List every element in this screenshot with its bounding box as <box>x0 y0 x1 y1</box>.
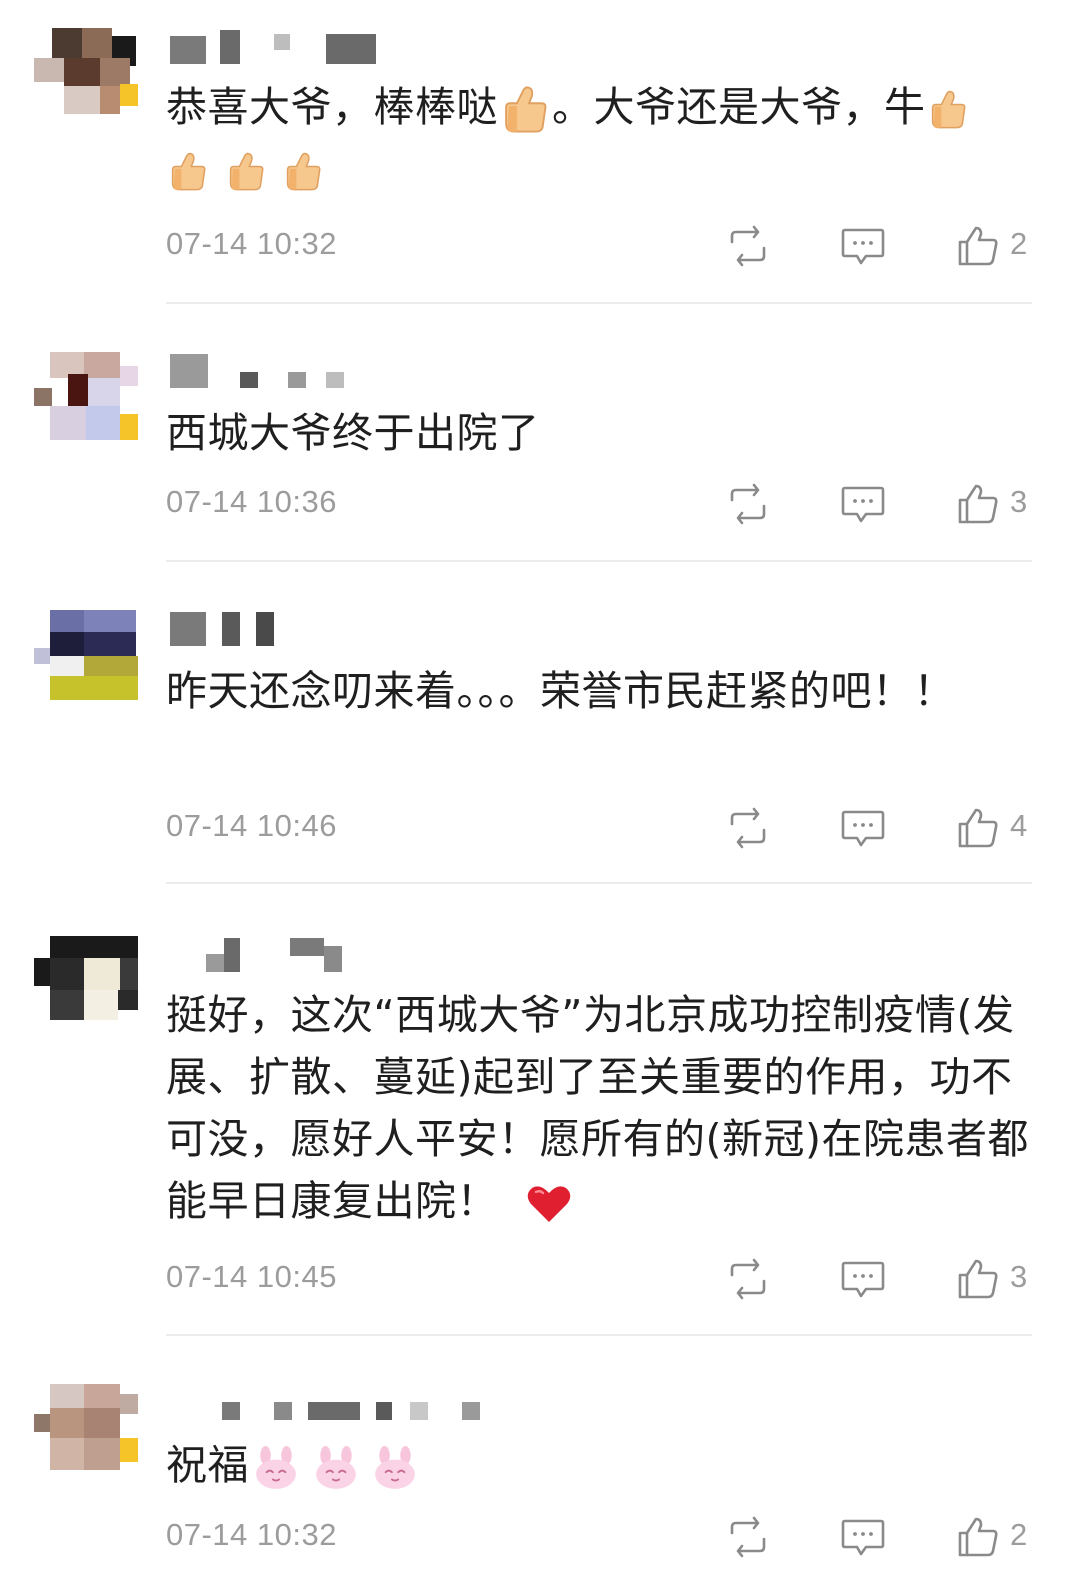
repost-icon[interactable] <box>724 806 772 850</box>
comment-text: 挺好，这次“西城大爷”为北京成功控制疫情(发展、扩散、蔓延)起到了至关重要的作用… <box>166 984 1038 1232</box>
thumbs-up-icon <box>224 150 268 194</box>
username-redacted[interactable] <box>170 30 380 64</box>
divider <box>166 1334 1032 1336</box>
comment-meta: 07-14 10:36 3 <box>166 482 1036 526</box>
avatar[interactable] <box>34 610 138 700</box>
thumbs-up-icon <box>281 150 325 194</box>
comment-text: 恭喜大爷，棒棒哒 。大爷还是大爷，牛 <box>166 76 1046 200</box>
repost-icon[interactable] <box>724 482 772 526</box>
comment-meta: 07-14 10:45 3 <box>166 1257 1036 1301</box>
timestamp: 07-14 10:45 <box>166 1259 337 1294</box>
thumbs-up-icon <box>498 83 552 137</box>
timestamp: 07-14 10:32 <box>166 1517 337 1552</box>
username-redacted[interactable] <box>170 612 310 646</box>
like-icon <box>956 806 1000 850</box>
avatar[interactable] <box>34 936 138 1026</box>
like-button[interactable]: 3 <box>956 482 1036 526</box>
like-icon <box>956 224 1000 268</box>
like-button[interactable]: 4 <box>956 806 1036 850</box>
like-icon <box>956 482 1000 526</box>
like-count: 4 <box>1010 808 1028 843</box>
like-count: 3 <box>1010 484 1028 519</box>
timestamp: 07-14 10:32 <box>166 226 337 261</box>
bunny-face-icon <box>372 1445 418 1491</box>
comment-meta: 07-14 10:32 2 <box>166 1515 1036 1559</box>
comment-meta: 07-14 10:46 4 <box>166 806 1036 850</box>
like-count: 2 <box>1010 226 1028 261</box>
thumbs-up-icon <box>166 150 210 194</box>
repost-icon[interactable] <box>724 224 772 268</box>
repost-icon[interactable] <box>724 1515 772 1559</box>
like-button[interactable]: 3 <box>956 1257 1036 1301</box>
thumbs-up-icon <box>926 88 970 132</box>
reply-icon[interactable] <box>840 482 886 526</box>
like-button[interactable]: 2 <box>956 1515 1036 1559</box>
like-count: 3 <box>1010 1259 1028 1294</box>
comment-text: 祝福 <box>166 1434 1046 1496</box>
username-redacted[interactable] <box>170 938 370 972</box>
like-count: 2 <box>1010 1517 1028 1552</box>
like-button[interactable]: 2 <box>956 224 1036 268</box>
comment-text-part: 挺好，这次“西城大爷”为北京成功控制疫情(发展、扩散、蔓延)起到了至关重要的作用… <box>166 991 1029 1225</box>
like-icon <box>956 1515 1000 1559</box>
avatar[interactable] <box>34 28 138 118</box>
reply-icon[interactable] <box>840 1515 886 1559</box>
divider <box>166 882 1032 884</box>
username-redacted[interactable] <box>170 1386 490 1420</box>
comment-text: 昨天还念叨来着。。。荣誉市民赶紧的吧！！ <box>166 660 996 722</box>
like-icon <box>956 1257 1000 1301</box>
comment-text-part: 。大爷还是大爷，牛 <box>552 83 926 131</box>
avatar[interactable] <box>34 1384 138 1474</box>
comment-meta: 07-14 10:32 2 <box>166 224 1036 268</box>
repost-icon[interactable] <box>724 1257 772 1301</box>
comment-text-part: 西城大爷终于出院了 <box>166 409 540 457</box>
bunny-face-icon <box>253 1445 299 1491</box>
reply-icon[interactable] <box>840 1257 886 1301</box>
comment-text-part: 祝福 <box>166 1441 249 1489</box>
red-heart-icon <box>527 1186 570 1222</box>
reply-icon[interactable] <box>840 224 886 268</box>
reply-icon[interactable] <box>840 806 886 850</box>
timestamp: 07-14 10:36 <box>166 484 337 519</box>
comment-text-part: 昨天还念叨来着。。。荣誉市民赶紧的吧！！ <box>166 667 955 715</box>
divider <box>166 560 1032 562</box>
divider <box>166 302 1032 304</box>
timestamp: 07-14 10:46 <box>166 808 337 843</box>
comment-text: 西城大爷终于出院了 <box>166 402 1046 464</box>
bunny-face-icon <box>313 1445 359 1491</box>
comment-text-part: 恭喜大爷，棒棒哒 <box>166 83 498 131</box>
username-redacted[interactable] <box>170 354 380 388</box>
avatar[interactable] <box>34 352 138 442</box>
